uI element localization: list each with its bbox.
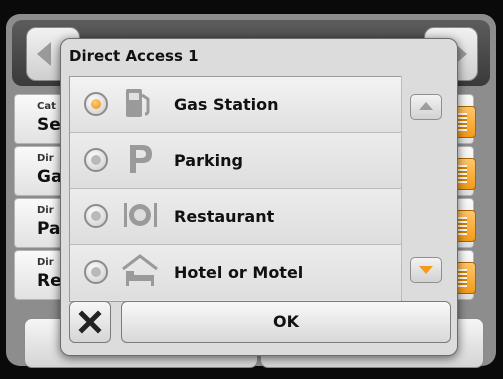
- row-value: Pa: [37, 219, 61, 239]
- radio-button[interactable]: [84, 204, 108, 228]
- radio-button[interactable]: [84, 92, 108, 116]
- option-label: Parking: [174, 151, 243, 170]
- scrollbar[interactable]: [401, 76, 450, 300]
- scroll-down-button[interactable]: [410, 257, 442, 283]
- option-label: Hotel or Motel: [174, 263, 304, 282]
- restaurant-icon: [124, 203, 157, 227]
- close-icon: [78, 310, 102, 334]
- row-caption: Cat: [37, 101, 56, 112]
- dialog-title: Direct Access 1: [69, 47, 199, 65]
- direct-access-dialog: Direct Access 1 Gas Station Parking Rest…: [60, 38, 458, 356]
- fuel-pump-icon: [126, 89, 150, 117]
- close-button[interactable]: [69, 301, 111, 343]
- option-hotel-or-motel[interactable]: Hotel or Motel: [70, 245, 401, 300]
- option-label: Gas Station: [174, 95, 279, 114]
- options-list: Gas Station Parking Restaurant Hotel or …: [69, 76, 402, 302]
- ok-button[interactable]: OK: [121, 301, 451, 343]
- row-caption: Dir: [37, 257, 54, 268]
- row-value: Ga: [37, 167, 63, 187]
- parking-icon: [130, 145, 152, 173]
- radio-button[interactable]: [84, 148, 108, 172]
- row-value: Se: [37, 115, 61, 135]
- hotel-bed-icon: [122, 254, 158, 286]
- radio-button[interactable]: [84, 260, 108, 284]
- row-caption: Dir: [37, 205, 54, 216]
- row-value: Re: [37, 271, 62, 291]
- option-gas-station[interactable]: Gas Station: [70, 77, 401, 133]
- scroll-up-button[interactable]: [410, 94, 442, 120]
- option-restaurant[interactable]: Restaurant: [70, 189, 401, 245]
- option-label: Restaurant: [174, 207, 275, 226]
- row-caption: Dir: [37, 153, 54, 164]
- option-parking[interactable]: Parking: [70, 133, 401, 189]
